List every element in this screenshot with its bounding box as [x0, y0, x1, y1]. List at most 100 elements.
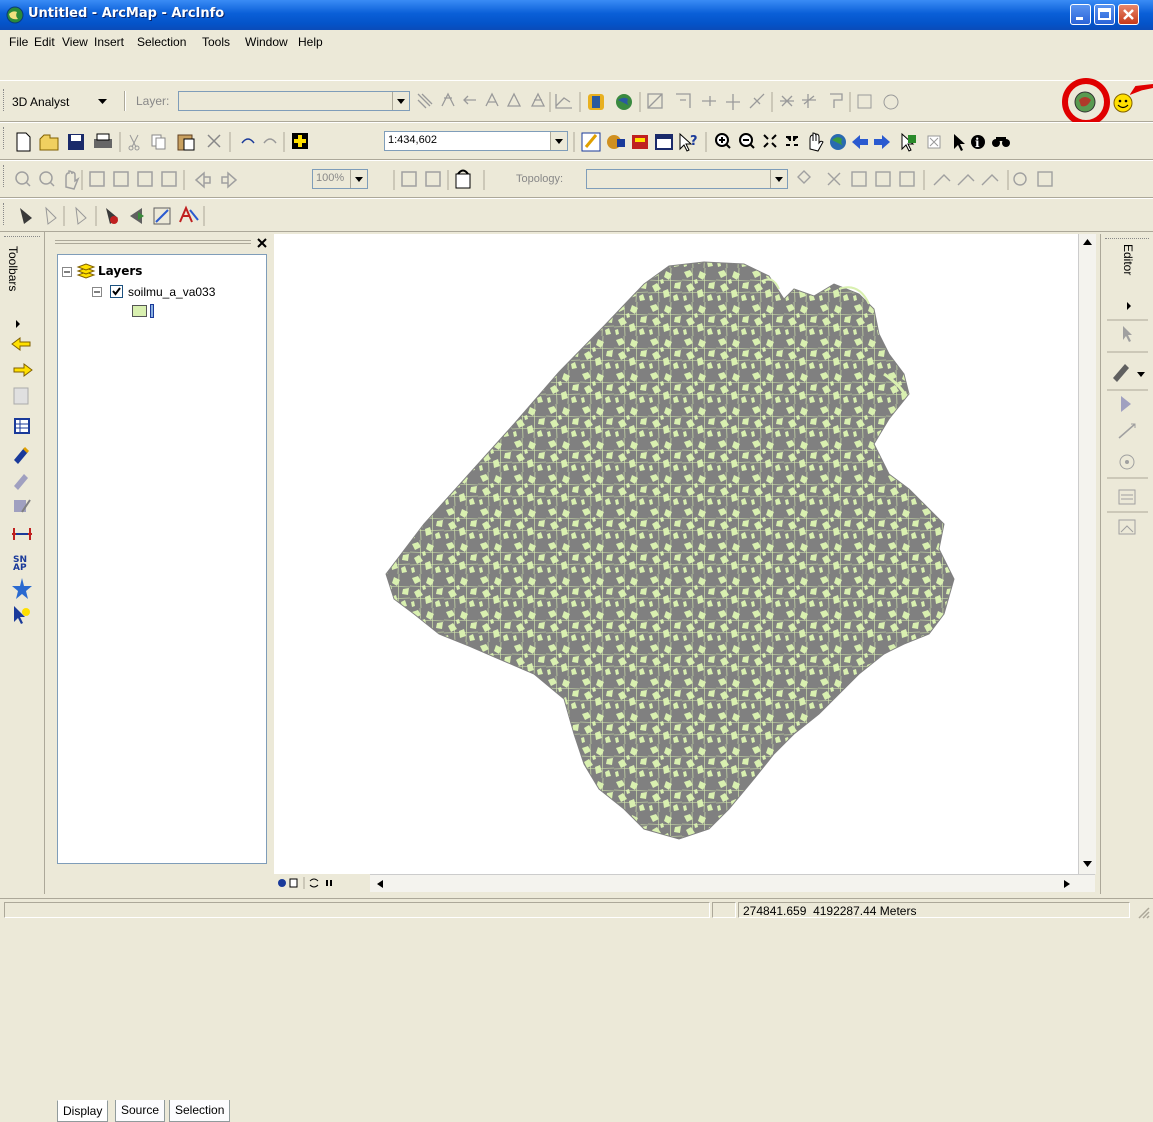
previous-extent-icon	[852, 135, 868, 149]
tool-5-icon	[130, 208, 144, 224]
globe-icon	[616, 94, 632, 110]
fixed-zoom-out-icon	[786, 136, 798, 146]
menu-window[interactable]: Window	[245, 35, 288, 49]
menu-selection[interactable]: Selection	[137, 35, 186, 49]
chevron-down-icon[interactable]	[550, 132, 567, 150]
menu-tools[interactable]: Tools	[202, 35, 230, 49]
layout-view-tools	[393, 169, 485, 190]
toolbar-grip[interactable]	[4, 236, 40, 240]
close-button[interactable]	[1118, 4, 1139, 25]
arctoolbox-icon	[607, 135, 625, 149]
menu-insert[interactable]: Insert	[94, 35, 124, 49]
scroll-up-icon[interactable]	[1081, 236, 1094, 248]
layout-zoom-combo[interactable]: 100%	[312, 169, 368, 189]
status-message	[4, 902, 710, 918]
tool-6-icon	[153, 207, 171, 225]
collapse-icon[interactable]	[62, 267, 72, 277]
next-extent-icon	[874, 135, 890, 149]
copy-icon	[151, 134, 166, 150]
toggle-draft-mode-icon	[455, 169, 471, 189]
chevron-down-icon[interactable]	[770, 170, 787, 188]
editor-toolbar-icon	[581, 132, 601, 152]
toolbar-grip[interactable]	[3, 165, 7, 187]
cut-polygon-icon	[1118, 423, 1136, 439]
toolbar-grip[interactable]	[3, 127, 7, 149]
editing-disabled-icon	[14, 474, 28, 490]
edit-tool-icon	[14, 499, 31, 513]
minimize-button[interactable]	[1070, 4, 1091, 25]
maximize-icon	[1098, 8, 1111, 20]
scroll-left-icon[interactable]	[374, 878, 386, 890]
menu-view[interactable]: View	[62, 35, 88, 49]
window-title: Untitled - ArcMap - ArcInfo	[28, 6, 225, 21]
select-elements-icon	[954, 134, 965, 151]
document-icon	[13, 387, 29, 405]
left-tools: SN AP	[11, 320, 33, 624]
menu-file[interactable]: File	[9, 35, 28, 49]
svg-text:AP: AP	[13, 563, 27, 573]
undo-icon	[241, 138, 255, 144]
sketch-properties-icon	[1118, 519, 1136, 535]
arrow-pointer-icon	[1130, 84, 1153, 95]
soil-map-polygons[interactable]	[274, 234, 1078, 874]
topology-combo[interactable]	[586, 169, 788, 189]
zoom-out-icon	[739, 133, 755, 149]
resize-grip-icon[interactable]	[1136, 905, 1150, 919]
scroll-down-icon[interactable]	[1081, 858, 1094, 870]
layers-root-label[interactable]: Layers	[98, 264, 142, 278]
tab-source[interactable]: Source	[115, 1100, 166, 1122]
arcmap-globe-icon	[6, 6, 24, 24]
editing-pen-icon	[14, 446, 30, 464]
map-horizontal-scrollbar[interactable]	[370, 874, 1095, 892]
tab-display[interactable]: Display	[57, 1100, 109, 1122]
map-scale-value: 1:434,602	[388, 134, 437, 146]
layer-label: Layer:	[136, 94, 170, 108]
maximize-button[interactable]	[1094, 4, 1115, 25]
chevron-down-icon[interactable]	[392, 92, 409, 110]
chevron-down-icon[interactable]	[350, 170, 367, 188]
standard-tools	[16, 132, 308, 152]
layout-view-icon	[289, 878, 298, 888]
table-of-contents: Layers soilmu_a_va033 Display Source Sel…	[47, 234, 271, 1122]
new-document-icon	[16, 132, 31, 152]
editor-menu-label[interactable]: Editor	[1121, 244, 1135, 275]
toolbar-standard: 1:434,602 ? i	[0, 122, 1153, 160]
toc-close-icon[interactable]	[257, 238, 267, 248]
menu-edit[interactable]: Edit	[34, 35, 55, 49]
arccatalog-icon	[632, 135, 648, 149]
tool-4-icon	[106, 208, 118, 224]
table-icon	[14, 418, 30, 434]
title-bar[interactable]: Untitled - ArcMap - ArcInfo	[0, 0, 1153, 30]
layer-symbol-swatch[interactable]	[132, 303, 158, 319]
refresh-icon	[309, 878, 319, 888]
command-line-icon	[655, 134, 673, 150]
layer-combo[interactable]	[178, 91, 410, 111]
toolbar-grip[interactable]	[3, 89, 7, 111]
menu-help[interactable]: Help	[298, 35, 323, 49]
toc-grip[interactable]	[55, 240, 251, 244]
select-arrow-icon	[14, 606, 30, 624]
tool-1-icon	[20, 208, 32, 224]
map-display[interactable]	[274, 234, 1094, 874]
toolbar-grip[interactable]	[3, 203, 7, 225]
layer-name[interactable]: soilmu_a_va033	[128, 285, 215, 299]
toolbar-3d-analyst: 3D Analyst Layer:	[0, 78, 1153, 126]
editor-toolbar-vertical: Editor	[1100, 234, 1153, 894]
map-vertical-scrollbar[interactable]	[1078, 234, 1096, 874]
pause-drawing-icon	[326, 880, 332, 886]
scroll-right-icon[interactable]	[1061, 878, 1073, 890]
3d-analyst-dropdown[interactable]: 3D Analyst	[12, 95, 69, 109]
layer-visibility-checkbox[interactable]	[110, 285, 123, 298]
toolbars-label[interactable]: Toolbars	[6, 246, 20, 291]
tool-3-icon	[75, 206, 87, 225]
toolbar-grip[interactable]	[1105, 238, 1149, 239]
map-scale-combo[interactable]: 1:434,602	[384, 131, 568, 151]
collapse-icon[interactable]	[92, 287, 102, 297]
measure-icon	[12, 528, 32, 540]
edit-tool-icon	[1123, 326, 1132, 342]
tab-selection[interactable]: Selection	[169, 1100, 231, 1122]
editor-tools	[1107, 302, 1148, 535]
fixed-zoom-in-icon	[763, 134, 777, 148]
paste-icon	[177, 134, 195, 151]
chevron-down-icon	[98, 99, 107, 104]
